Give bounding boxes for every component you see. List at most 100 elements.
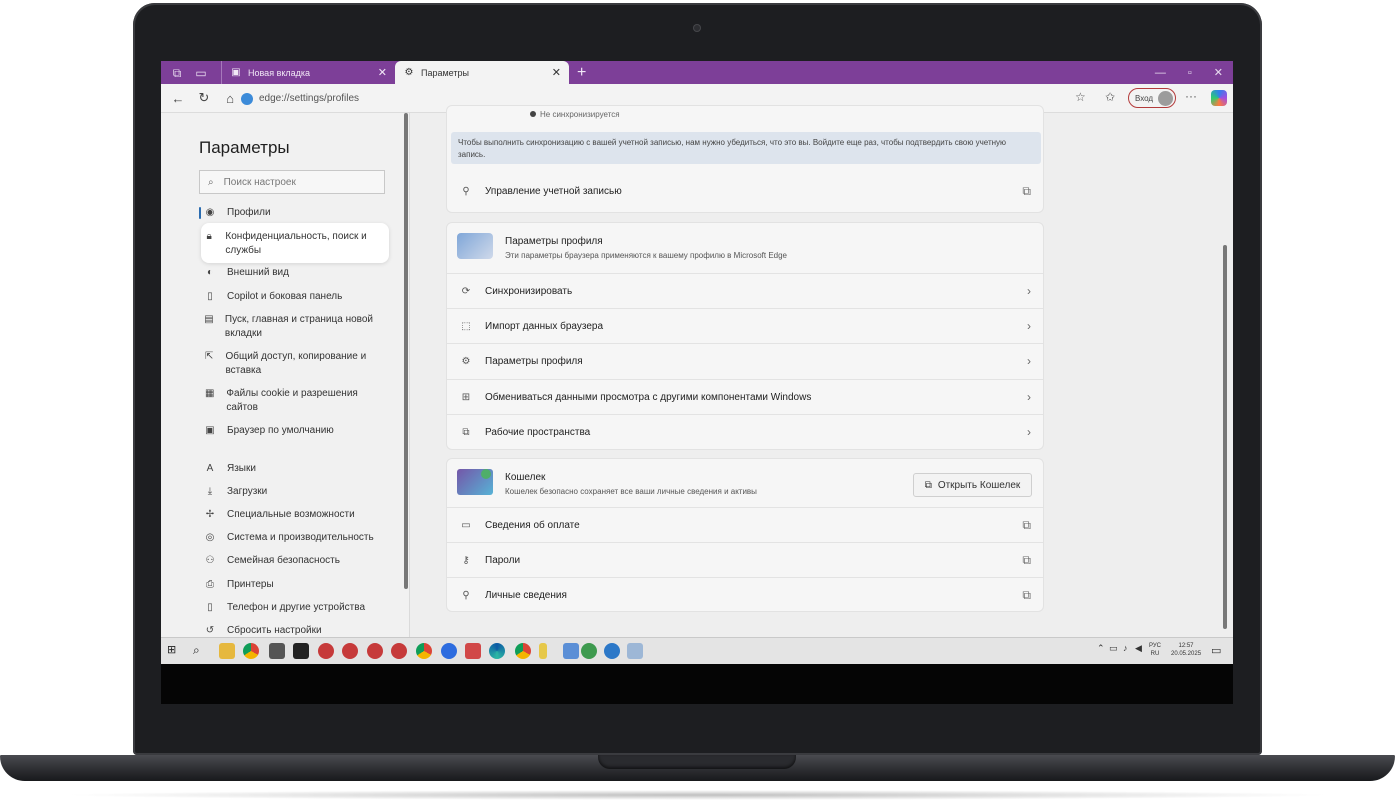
copilot-icon[interactable] — [1211, 90, 1227, 106]
start-icon[interactable]: ⊞ — [167, 643, 183, 659]
workspaces-row[interactable]: ⧉ Рабочие пространства › — [447, 414, 1043, 449]
clock[interactable]: 12:57 20.05.2025 — [1171, 642, 1201, 658]
explorer-icon[interactable] — [219, 643, 235, 659]
profile-settings-icon: ⚙ — [461, 355, 471, 367]
app-icon[interactable] — [441, 643, 457, 659]
notification-icon[interactable]: ▭ — [1211, 644, 1221, 657]
manage-account-row[interactable]: ⚲ Управление учетной записью ⧉ — [447, 174, 1043, 209]
tab-new-tab[interactable]: ▣ Новая вкладка ✕ — [221, 61, 395, 84]
volume-icon[interactable]: ♪ — [1123, 643, 1128, 653]
download-icon: ⤓ — [207, 486, 213, 497]
sidebar-item-label: Профили — [227, 207, 271, 218]
minimize-icon[interactable]: — — [1155, 67, 1166, 79]
app-icon[interactable] — [269, 643, 285, 659]
refresh-icon[interactable]: ↻ — [195, 90, 213, 106]
sidebar-item-start-home[interactable]: ▤ Пуск, главная и страница новой вкладки — [203, 313, 385, 341]
info-banner: Чтобы выполнить синхронизацию с вашей уч… — [451, 132, 1041, 164]
screen-bezel — [161, 664, 1233, 704]
sidebar-item-phone[interactable]: ▯ Телефон и другие устройства — [203, 601, 385, 615]
network-icon[interactable]: ▭ — [1109, 643, 1118, 654]
external-link-icon: ⧉ — [1022, 587, 1031, 602]
import-row[interactable]: ⬚ Импорт данных браузера › — [447, 308, 1043, 343]
app-icon[interactable] — [465, 643, 481, 659]
tab-label: Новая вкладка — [248, 67, 311, 78]
close-window-icon[interactable]: ✕ — [1214, 66, 1223, 79]
external-link-icon: ⧉ — [924, 479, 932, 491]
back-icon[interactable]: ← — [169, 91, 187, 106]
tab-actions-icon[interactable]: ▭ — [193, 65, 209, 81]
default-browser-icon: ▣ — [205, 425, 215, 436]
search-icon[interactable]: ⌕ — [193, 643, 209, 659]
screen: ⧉ ▭ ▣ Новая вкладка ✕ ⚙ Параметры ✕ + — … — [161, 61, 1233, 664]
favorite-star-icon[interactable]: ☆ — [1075, 90, 1086, 104]
app-icon[interactable] — [367, 643, 383, 659]
card-subtitle: Кошелек безопасно сохраняет все ваши лич… — [505, 487, 757, 496]
scrollbar-thumb[interactable] — [404, 113, 408, 589]
search-input[interactable]: ⌕ Поиск настроек — [199, 170, 385, 194]
language-indicator[interactable]: РУС RU — [1149, 642, 1161, 658]
profile-preferences-row[interactable]: ⚙ Параметры профиля › — [447, 343, 1043, 378]
passwords-row[interactable]: ⚷ Пароли ⧉ — [447, 542, 1043, 577]
sidebar-item-share[interactable]: ⇱ Общий доступ, копирование и вставка — [203, 350, 385, 378]
sound-icon[interactable]: ◀ — [1135, 643, 1142, 654]
accessibility-icon: ✢ — [205, 509, 215, 520]
chrome-icon[interactable] — [243, 643, 259, 659]
sidebar-item-system[interactable]: ◎ Система и производительность — [203, 531, 385, 545]
scrollbar-thumb[interactable] — [1223, 245, 1227, 629]
account-card: Не синхронизируется Чтобы выполнить синх… — [446, 105, 1044, 213]
sidebar-item-printers[interactable]: ⎙ Принтеры — [203, 578, 385, 592]
profile-settings-card: Параметры профиля Эти параметры браузера… — [446, 222, 1044, 450]
sidebar-item-privacy[interactable]: 🔒︎ Конфиденциальность, поиск и службы — [203, 230, 385, 258]
tab-label: Параметры — [421, 67, 469, 78]
app-icon[interactable] — [581, 643, 597, 659]
edge-icon[interactable] — [489, 643, 505, 659]
sidebar-item-downloads[interactable]: ⤓ Загрузки — [203, 485, 385, 499]
sidebar-item-label: Пуск, главная и страница новой вкладки — [224, 314, 374, 339]
maximize-icon[interactable]: ▫ — [1188, 67, 1192, 79]
app-icon[interactable] — [293, 643, 309, 659]
more-options-icon[interactable]: ··· — [1185, 89, 1197, 103]
personal-info-row[interactable]: ⚲ Личные сведения ⧉ — [447, 577, 1043, 612]
favorites-icon[interactable]: ✩ — [1105, 90, 1115, 104]
workspaces-icon: ⧉ — [462, 426, 470, 438]
lang-top: РУС — [1149, 643, 1162, 649]
chevron-up-icon[interactable]: ⌃ — [1097, 643, 1105, 654]
sidebar-item-appearance[interactable]: ◐ Внешний вид — [203, 266, 385, 280]
tab-settings[interactable]: ⚙ Параметры ✕ — [395, 61, 569, 84]
app-icon[interactable] — [604, 643, 620, 659]
close-tab-icon[interactable]: ✕ — [552, 66, 561, 79]
taskbar: ⊞ ⌕ ⌃ ▭ ♪ ◀ РУС RU 12:57 20.05.2025 ▭ — [161, 637, 1233, 664]
avatar — [1158, 91, 1173, 106]
home-icon[interactable]: ⌂ — [221, 91, 239, 106]
app-icon[interactable] — [627, 643, 643, 659]
app-icon[interactable] — [563, 643, 579, 659]
windows-share-row[interactable]: ⊞ Обмениваться данными просмотра с други… — [447, 379, 1043, 414]
signin-button[interactable]: Вход — [1128, 88, 1176, 108]
open-wallet-button[interactable]: ⧉ Открыть Кошелек — [913, 473, 1032, 497]
chrome-icon[interactable] — [515, 643, 531, 659]
sidebar-item-default-browser[interactable]: ▣ Браузер по умолчанию — [203, 424, 385, 438]
app-icon[interactable] — [539, 643, 547, 659]
chrome-icon[interactable] — [416, 643, 432, 659]
main-scrollbar[interactable] — [1221, 113, 1229, 637]
sidebar-item-label: Внешний вид — [227, 267, 289, 278]
key-icon: ⚷ — [462, 554, 470, 566]
new-tab-button[interactable]: + — [577, 64, 586, 82]
sidebar-item-family[interactable]: ⚇ Семейная безопасность — [203, 554, 385, 568]
sidebar-item-cookies[interactable]: ▦ Файлы cookie и разрешения сайтов — [203, 387, 385, 415]
workspaces-icon[interactable]: ⧉ — [169, 65, 185, 81]
app-icon[interactable] — [391, 643, 407, 659]
sidebar-item-accessibility[interactable]: ✢ Специальные возможности — [203, 508, 385, 522]
sidebar-item-profiles[interactable]: ◉ Профили — [199, 206, 385, 220]
lock-icon: 🔒︎ — [206, 231, 212, 242]
sync-row[interactable]: ⟳ Синхронизировать › — [447, 273, 1043, 308]
main-panel: Не синхронизируется Чтобы выполнить синх… — [410, 105, 1233, 637]
close-tab-icon[interactable]: ✕ — [378, 66, 387, 79]
payment-info-row[interactable]: ▭ Сведения об оплате ⧉ — [447, 507, 1043, 542]
sidebar-item-reset[interactable]: ↺ Сбросить настройки — [203, 624, 385, 638]
sidebar-item-copilot[interactable]: ▯ Copilot и боковая панель — [203, 290, 385, 304]
search-icon: ⌕ — [208, 176, 214, 188]
app-icon[interactable] — [342, 643, 358, 659]
sidebar-item-languages[interactable]: A Языки — [203, 462, 385, 476]
app-icon[interactable] — [318, 643, 334, 659]
